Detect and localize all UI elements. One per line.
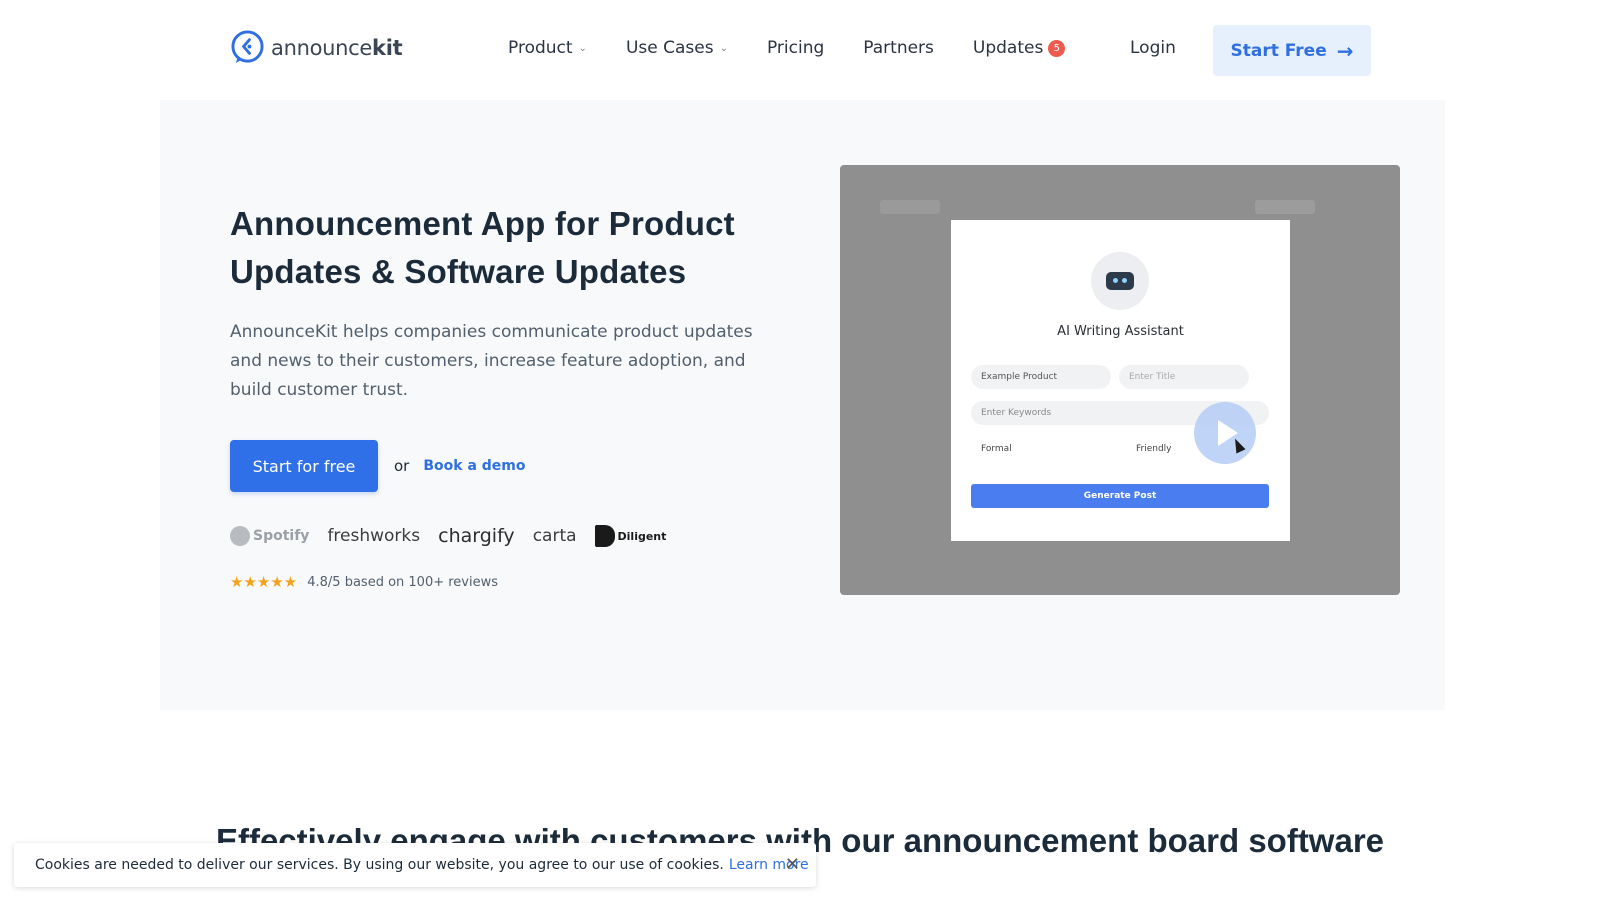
hero-cta-row: Start for free or Book a demo xyxy=(230,440,526,492)
title-field: Enter Title xyxy=(1119,365,1249,389)
blurred-background-element xyxy=(1255,200,1315,214)
login-link[interactable]: Login xyxy=(1130,38,1176,58)
play-button[interactable] xyxy=(1194,402,1256,464)
generate-post-button: Generate Post xyxy=(971,484,1269,508)
updates-count-badge: 5 xyxy=(1048,39,1066,57)
book-demo-link[interactable]: Book a demo xyxy=(423,458,525,474)
spotify-logo: Spotify xyxy=(230,526,309,546)
product-video-preview[interactable]: AI Writing Assistant Example Product Ent… xyxy=(840,165,1400,595)
rating-text: 4.8/5 based on 100+ reviews xyxy=(307,574,499,590)
nav-item-partners[interactable]: Partners xyxy=(863,38,934,58)
nav-item-product[interactable]: Product ⌄ xyxy=(508,38,587,58)
carta-logo: carta xyxy=(532,526,577,546)
or-text: or xyxy=(394,457,410,475)
nav-item-pricing[interactable]: Pricing xyxy=(767,38,824,58)
chevron-down-icon: ⌄ xyxy=(719,42,728,54)
product-field: Example Product xyxy=(971,365,1111,389)
logo-text: announcekit xyxy=(271,35,403,60)
modal-title: AI Writing Assistant xyxy=(1057,324,1184,339)
cookie-text: Cookies are needed to deliver our servic… xyxy=(35,857,724,873)
nav-links: Product ⌄ Use Cases ⌄ Pricing Partners U… xyxy=(508,38,1104,58)
cookie-banner: Cookies are needed to deliver our servic… xyxy=(14,843,816,887)
arrow-right-icon: → xyxy=(1336,38,1354,63)
nav-item-use-cases[interactable]: Use Cases ⌄ xyxy=(626,38,728,58)
robot-avatar-icon xyxy=(1091,252,1149,310)
chargify-logo: chargify xyxy=(438,525,515,547)
freshworks-logo: freshworks xyxy=(327,526,421,546)
diligent-icon xyxy=(594,525,615,547)
ai-assistant-modal: AI Writing Assistant Example Product Ent… xyxy=(951,220,1290,541)
logo-chat-icon xyxy=(231,30,264,64)
start-free-button[interactable]: Start Free → xyxy=(1213,25,1371,76)
hero-description: AnnounceKit helps companies communicate … xyxy=(230,322,753,400)
announcekit-logo[interactable]: announcekit xyxy=(230,30,403,65)
chevron-down-icon: ⌄ xyxy=(578,42,587,54)
close-icon[interactable]: ✕ xyxy=(785,854,800,875)
top-navigation: announcekit Product ⌄ Use Cases ⌄ Pricin… xyxy=(0,0,1600,100)
start-for-free-button[interactable]: Start for free xyxy=(230,440,378,492)
nav-item-updates[interactable]: Updates 5 xyxy=(973,38,1066,58)
star-rating-icon: ★★★★★ xyxy=(230,573,298,591)
diligent-logo: Diligent xyxy=(594,525,666,547)
blurred-background-element xyxy=(880,200,940,214)
tone-select-formal: Formal xyxy=(981,444,1012,454)
rating-row: ★★★★★ 4.8/5 based on 100+ reviews xyxy=(230,573,498,591)
hero-section: Announcement App for Product Updates & S… xyxy=(160,100,1445,710)
spotify-icon xyxy=(230,526,250,546)
hero-title: Announcement App for Product Updates & S… xyxy=(230,205,735,290)
customer-logos: Spotify freshworks chargify carta Dilige… xyxy=(230,525,684,547)
